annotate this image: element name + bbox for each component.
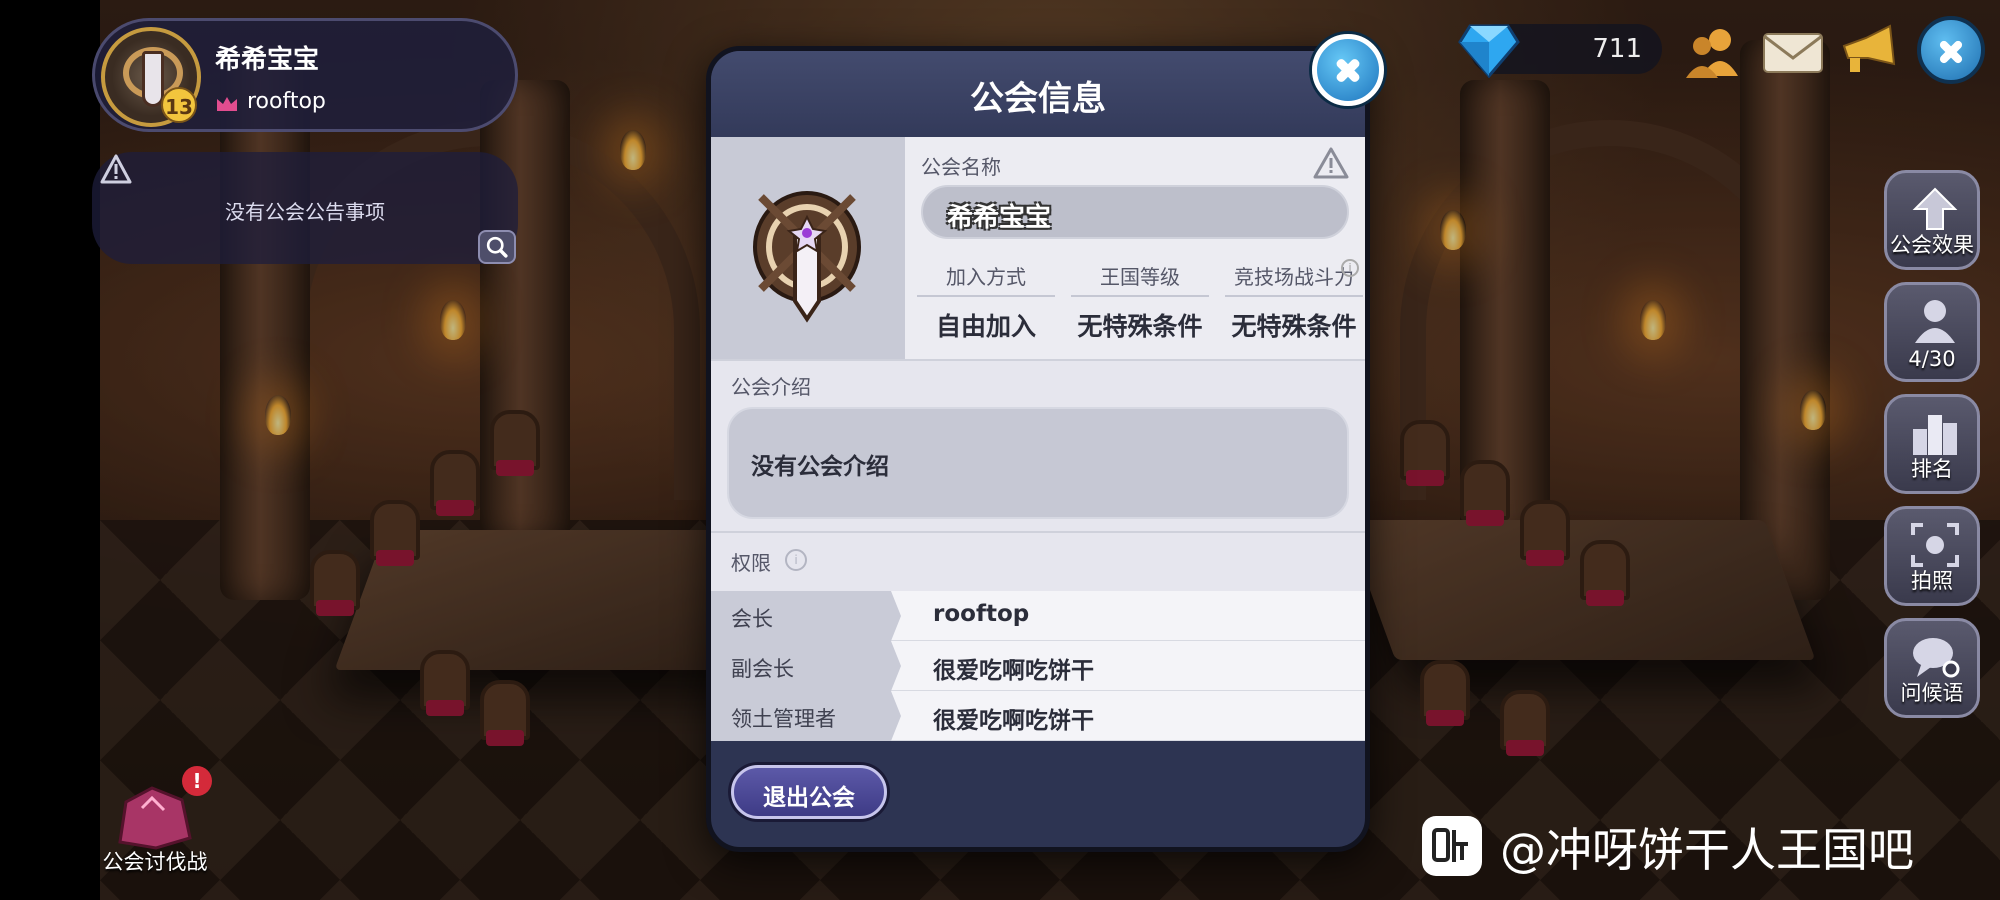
guild-notice-panel[interactable]: 没有公会公告事项 [92,152,518,264]
crown-icon [217,97,237,111]
warning-icon [100,154,132,184]
greeting-button[interactable]: 问候语 [1884,618,1980,718]
chat-settings-icon [1913,638,1960,678]
arena-power-value: 无特殊条件 [1231,312,1357,341]
guild-raid-icon[interactable] [112,782,198,852]
info-icon[interactable]: i [1341,259,1359,277]
members-button[interactable]: 4/30 [1884,282,1980,382]
leave-guild-label: 退出公会 [763,785,855,811]
tieba-icon [1432,828,1468,862]
friends-icon[interactable] [1682,24,1748,80]
role-holder: 很爱吃啊吃饼干 [933,658,1094,684]
guild-level-badge: 13 [161,87,197,123]
kingdom-level-value: 无特殊条件 [1077,312,1203,341]
role-label: 领土管理者 [731,707,836,731]
emblem-panel [711,137,905,359]
join-method-value: 自由加入 [935,312,1036,341]
permission-row: 会长 rooftop [711,591,1365,641]
leave-guild-button[interactable]: 退出公会 [731,765,887,819]
guild-name-text: 希希宝宝 [215,45,320,75]
guild-intro-text: 没有公会介绍 [751,454,889,480]
join-method-label: 加入方式 [946,265,1026,289]
guild-name-value: 希希宝宝 [947,203,1052,233]
guild-name-field: 希希宝宝 [921,185,1349,239]
crystal-icon [1458,24,1520,78]
guild-intro-label: 公会介绍 [731,375,811,399]
guild-emblem-icon [753,191,861,323]
role-holder: 很爱吃啊吃饼干 [933,708,1094,734]
guild-info-dialog: 公会信息 公会名称 希希宝宝 加入方式 自由加入 王国等级 无特殊条件 竞技场战… [706,46,1370,852]
permission-row: 副会长 很爱吃啊吃饼干 [711,641,1365,691]
member-icon [1915,300,1955,343]
join-method-column: 加入方式 自由加入 [911,255,1061,355]
guild-leader-text: rooftop [247,89,326,114]
kingdom-level-column: 王国等级 无特殊条件 [1065,255,1215,355]
report-warning-icon[interactable] [1313,147,1349,179]
permission-row: 领土管理者 很爱吃啊吃饼干 [711,691,1365,741]
arrow-up-icon [1912,187,1958,230]
mail-icon[interactable] [1760,24,1826,80]
camera-icon [1911,523,1959,567]
watermark-text: @冲呀饼干人王国吧 [1500,823,1914,877]
dialog-close-button[interactable] [1312,34,1384,106]
role-holder: rooftop [933,601,1030,627]
tieba-logo [1422,816,1482,876]
close-screen-button[interactable] [1917,16,1985,84]
megaphone-icon[interactable] [1836,24,1902,80]
kingdom-level-label: 王国等级 [1100,265,1180,289]
guild-name-panel: 公会名称 希希宝宝 加入方式 自由加入 王国等级 无特殊条件 竞技场战斗力 无特… [905,137,1365,359]
role-label: 会长 [731,607,773,631]
dialog-header: 公会信息 [711,51,1365,137]
gem-count: 711 [1592,34,1642,64]
raid-label[interactable]: 公会讨伐战 [80,846,230,876]
search-icon [486,236,508,258]
role-label: 副会长 [731,657,794,681]
guild-name-label: 公会名称 [921,155,1001,179]
ranking-button[interactable]: 排名 [1884,394,1980,494]
photo-button[interactable]: 拍照 [1884,506,1980,606]
notice-text: 没有公会公告事项 [225,200,385,224]
dialog-title: 公会信息 [970,79,1106,119]
magnify-button[interactable] [478,230,516,264]
raid-alert-badge: ! [182,766,212,796]
permissions-info-icon[interactable]: i [785,549,807,571]
guild-info-panel: 公会名称 希希宝宝 加入方式 自由加入 王国等级 无特殊条件 竞技场战斗力 无特… [711,137,1365,741]
guild-profile-card[interactable]: 13 希希宝宝 rooftop [92,18,518,132]
guild-intro-box: 没有公会介绍 [727,407,1349,519]
ranking-icon [1913,415,1957,455]
permissions-label: 权限 [731,551,771,575]
guild-effect-button[interactable]: 公会效果 [1884,170,1980,270]
